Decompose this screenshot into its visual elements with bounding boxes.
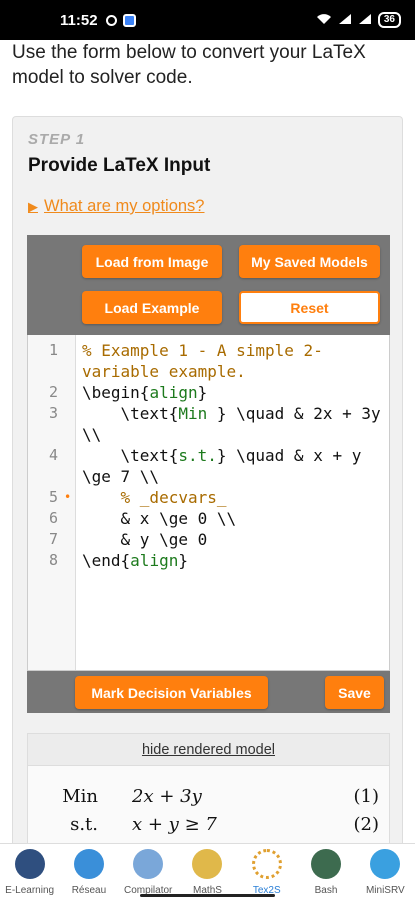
latex-editor[interactable]: 1 % Example 1 - A simple 2-variable examp… <box>27 335 390 671</box>
signal-icon-2 <box>358 13 372 28</box>
code-token: s.t. <box>178 446 217 465</box>
line-number: 7 <box>48 530 58 548</box>
reset-button[interactable]: Reset <box>239 291 380 324</box>
equation-number: (2) <box>353 814 380 835</box>
nav-label: Réseau <box>71 885 107 896</box>
code-text: \text{Min } \quad & 2x + 3y \\ <box>82 403 385 445</box>
notification-icon <box>105 14 117 26</box>
options-link[interactable]: ▶ What are my options? <box>28 197 205 216</box>
nav-label: Bash <box>314 885 338 896</box>
app-notification-icon <box>122 13 136 27</box>
code-token: \end{ <box>82 551 131 570</box>
save-button[interactable]: Save <box>325 676 384 709</box>
nav-label: MiniSRV <box>365 885 405 896</box>
nav-label: E-Learning <box>5 885 55 896</box>
math-globe-icon <box>192 849 223 879</box>
status-bar: 11:52 36 <box>0 0 415 40</box>
code-token: Min <box>178 404 217 423</box>
app-root: 11:52 36 Use the form below to convert y… <box>0 0 415 900</box>
code-token: align <box>149 383 198 402</box>
code-text: % _decvars_ <box>82 487 385 508</box>
code-text: \text{s.t.} \quad & x + y \ge 7 \\ <box>82 445 385 487</box>
code-text: & y \ge 0 <box>82 529 385 550</box>
code-token: % Example 1 - A simple 2-variable exampl… <box>82 341 323 381</box>
code-token: % _decvars_ <box>82 488 227 507</box>
code-text: & x \ge 0 \\ <box>82 508 385 529</box>
status-right: 36 <box>316 12 401 28</box>
code-token: } <box>178 551 188 570</box>
code-text: \end{align} <box>82 550 385 571</box>
math-label: s.t. <box>70 814 98 835</box>
nav-item-minisrv[interactable]: MiniSRV <box>356 844 415 900</box>
bottom-nav: E-Learning Réseau Compilator MathS Tex2S Bash… <box>0 843 415 900</box>
code-token: \begin{ <box>82 383 150 402</box>
code-text: % Example 1 - A simple 2-variable exampl… <box>82 340 385 382</box>
nav-item-bash[interactable]: Bash <box>296 844 355 900</box>
line-number: 3 <box>48 404 58 422</box>
nav-item-tex2s[interactable]: Tex2S <box>237 844 296 900</box>
status-time: 11:52 <box>60 11 98 29</box>
intro-text: Use the form below to convert your LaTeX… <box>12 42 366 88</box>
my-saved-models-button[interactable]: My Saved Models <box>239 245 380 278</box>
options-link-text: What are my options? <box>44 197 205 215</box>
math-expression: 2x + 3y <box>132 786 202 807</box>
rendered-model: hide rendered model Min 2x + 3y (1) s.t. x +… <box>27 733 390 857</box>
line-number: 8 <box>48 551 58 569</box>
line-number: 5 <box>48 488 58 506</box>
nav-item-compilator[interactable]: Compilator <box>119 844 178 900</box>
cloud-network-icon <box>73 849 104 879</box>
line-number: 2 <box>48 383 58 401</box>
line-number: 6 <box>48 509 58 527</box>
wifi-icon <box>316 13 332 28</box>
fold-marker-icon: • <box>64 490 72 504</box>
code-text: \begin{align} <box>82 382 385 403</box>
signal-icon <box>338 13 352 28</box>
nav-item-e-learning[interactable]: E-Learning <box>0 844 59 900</box>
math-label: Min <box>62 786 98 807</box>
step-label: STEP 1 <box>28 131 86 148</box>
feather-icon <box>14 849 45 879</box>
nav-item-maths[interactable]: MathS <box>178 844 237 900</box>
math-expression: x + y ≥ 7 <box>132 814 217 835</box>
load-from-image-button[interactable]: Load from Image <box>82 245 222 278</box>
code-token: \text{ <box>82 404 179 423</box>
code-token: } <box>197 383 208 402</box>
load-example-button[interactable]: Load Example <box>82 291 222 324</box>
server-cloud-icon <box>370 849 401 879</box>
triangle-right-icon: ▶ <box>28 198 38 214</box>
equation-number: (1) <box>353 786 380 807</box>
compiler-icon <box>133 849 164 879</box>
mark-decision-variables-button[interactable]: Mark Decision Variables <box>75 676 268 709</box>
line-number: 4 <box>48 446 58 464</box>
step-card: STEP 1 Provide LaTeX Input ▶ What are my… <box>12 116 403 857</box>
battery-icon: 36 <box>377 12 401 28</box>
nav-item-r-seau[interactable]: Réseau <box>59 844 118 900</box>
hide-rendered-model-link[interactable]: hide rendered model <box>28 734 389 766</box>
gesture-bar <box>140 894 275 897</box>
tex-circle-icon <box>251 849 282 879</box>
code-token: \text{ <box>82 446 179 465</box>
code-token: & y \ge 0 <box>82 530 208 549</box>
code-token: & x \ge 0 \\ <box>82 509 237 528</box>
card-title: Provide LaTeX Input <box>28 155 211 176</box>
editor-action-bar: Mark Decision Variables Save <box>27 671 390 713</box>
code-token: align <box>130 551 179 570</box>
editor-toolbar: Load from Image My Saved Models Load Exa… <box>27 235 390 335</box>
bash-cube-icon <box>311 849 342 879</box>
line-number: 1 <box>48 341 58 359</box>
